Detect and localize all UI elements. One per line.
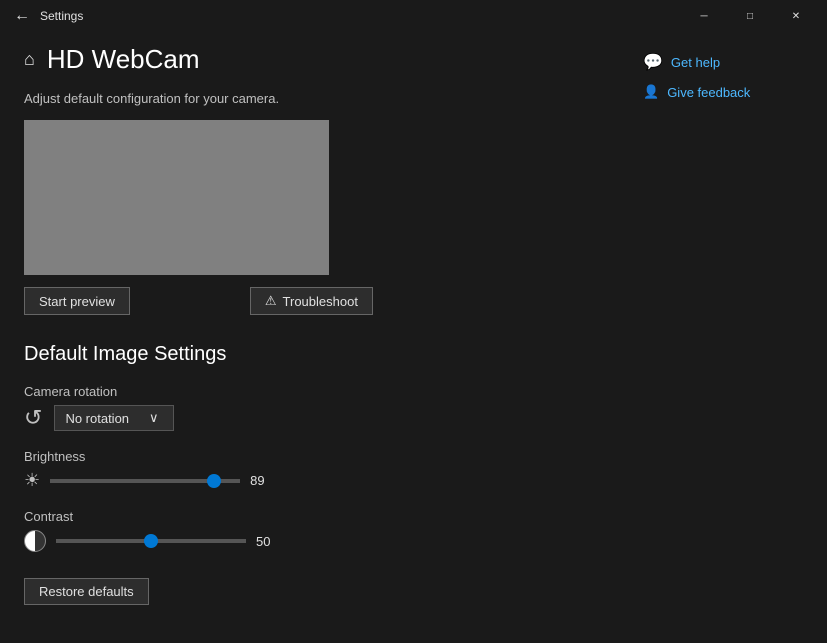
warning-icon: ⚠ [265,293,277,309]
feedback-icon: 👤 [643,84,659,100]
camera-rotation-icon: ↺ [24,405,42,431]
contrast-group: Contrast 50 [24,509,643,552]
titlebar-controls: ─ □ ✕ [681,0,819,32]
chevron-down-icon: ∨ [149,410,159,426]
home-icon[interactable]: ⌂ [24,49,35,70]
brightness-label: Brightness [24,449,643,464]
camera-rotation-group: Camera rotation ↺ No rotation ∨ [24,384,643,431]
titlebar-title: Settings [40,9,83,23]
titlebar: ← Settings ─ □ ✕ [0,0,827,32]
camera-rotation-dropdown[interactable]: No rotation ∨ [54,405,174,431]
contrast-label: Contrast [24,509,643,524]
section-title: Default Image Settings [24,343,643,366]
camera-rotation-label: Camera rotation [24,384,643,399]
main-content: ⌂ HD WebCam Adjust default configuration… [0,32,827,643]
troubleshoot-button[interactable]: ⚠ Troubleshoot [250,287,373,315]
contrast-icon [24,530,46,552]
restore-defaults-button[interactable]: Restore defaults [24,578,149,605]
maximize-button[interactable]: □ [727,0,773,32]
get-help-link[interactable]: 💬 Get help [643,52,803,72]
contrast-control: 50 [24,530,643,552]
buttons-row: Start preview ⚠ Troubleshoot [24,287,643,315]
start-preview-button[interactable]: Start preview [24,287,130,315]
page-title-row: ⌂ HD WebCam [24,44,643,75]
brightness-value: 89 [250,473,280,488]
page-title: HD WebCam [47,44,200,75]
give-feedback-link[interactable]: 👤 Give feedback [643,84,803,100]
help-icon: 💬 [643,52,663,72]
minimize-button[interactable]: ─ [681,0,727,32]
brightness-control: ☀ 89 [24,470,643,491]
titlebar-left: ← Settings [12,6,83,26]
camera-rotation-row: ↺ No rotation ∨ [24,405,643,431]
subtitle: Adjust default configuration for your ca… [24,91,643,106]
brightness-group: Brightness ☀ 89 [24,449,643,491]
close-button[interactable]: ✕ [773,0,819,32]
contrast-slider[interactable] [56,539,246,543]
right-panel: 💬 Get help 👤 Give feedback [643,44,803,631]
brightness-slider[interactable] [50,479,240,483]
contrast-value: 50 [256,534,286,549]
main-area: ⌂ HD WebCam Adjust default configuration… [24,44,643,631]
camera-preview [24,120,329,275]
brightness-icon: ☀ [24,470,40,491]
back-button[interactable]: ← [12,6,32,26]
